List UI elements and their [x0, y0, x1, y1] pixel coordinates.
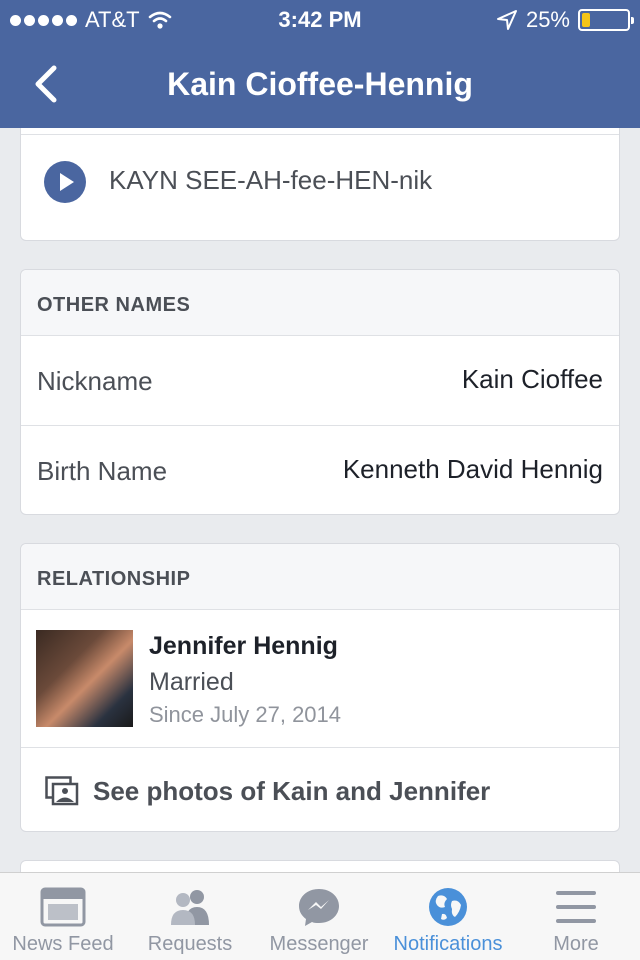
messenger-icon	[299, 889, 339, 926]
see-photos-label[interactable]: See photos of Kain and Jennifer	[93, 776, 490, 807]
relationship-status: Married	[149, 668, 234, 696]
relationship-card: RELATIONSHIP Jennifer Hennig Married Sin…	[20, 543, 620, 832]
birth-name-value: Kenneth David Hennig	[342, 454, 603, 484]
tab-requests[interactable]: Requests	[126, 873, 254, 960]
relationship-since: Since July 27, 2014	[149, 702, 342, 727]
partner-name[interactable]: Jennifer Hennig	[149, 632, 338, 661]
other-names-header: OTHER NAMES	[21, 270, 619, 336]
relationship-header: RELATIONSHIP	[21, 544, 619, 610]
photos-icon	[45, 776, 79, 806]
tab-messenger[interactable]: Messenger	[254, 873, 384, 960]
status-right: 25%	[496, 7, 634, 33]
tab-news-feed[interactable]: News Feed	[0, 873, 126, 960]
play-pronunciation-icon[interactable]	[44, 161, 86, 203]
nickname-label: Nickname	[37, 366, 153, 396]
profile-about-content[interactable]: KAYN SEE-AH-fee-HEN-nik OTHER NAMES Nick…	[0, 128, 640, 872]
relationship-partner-row[interactable]: Jennifer Hennig Married Since July 27, 2…	[21, 610, 619, 748]
pronunciation-text: KAYN SEE-AH-fee-HEN-nik	[109, 165, 433, 195]
next-section-card	[20, 860, 620, 872]
birth-name-label: Birth Name	[37, 456, 168, 486]
navigation-bar: Kain Cioffee-Hennig	[0, 40, 640, 128]
nickname-row: Nickname Kain Cioffee	[21, 336, 619, 426]
status-bar: AT&T 3:42 PM 25%	[0, 0, 640, 40]
partner-profile-photo[interactable]	[36, 630, 133, 727]
tab-news-feed-label: News Feed	[12, 933, 114, 955]
page-title: Kain Cioffee-Hennig	[167, 66, 473, 102]
globe-icon	[429, 888, 467, 926]
news-feed-icon	[40, 887, 86, 927]
menu-icon	[556, 891, 596, 923]
see-photos-link[interactable]: See photos of Kain and Jennifer	[21, 748, 619, 832]
other-names-card: OTHER NAMES Nickname Kain Cioffee Birth …	[20, 269, 620, 515]
battery-icon	[578, 9, 634, 31]
tab-bar: News Feed Requests Messenger Notificatio…	[0, 872, 640, 960]
tab-notifications[interactable]: Notifications	[384, 873, 512, 960]
friend-requests-icon	[171, 890, 209, 925]
battery-percent: 25%	[525, 7, 570, 32]
nickname-value: Kain Cioffee	[461, 364, 603, 394]
birth-name-row: Birth Name Kenneth David Hennig	[21, 426, 619, 516]
tab-more-label: More	[553, 933, 599, 955]
divider	[21, 134, 619, 135]
location-arrow-icon	[496, 10, 517, 30]
tab-messenger-label: Messenger	[269, 933, 369, 955]
battery-fill	[582, 13, 590, 27]
name-pronunciation-card: KAYN SEE-AH-fee-HEN-nik	[20, 128, 620, 241]
tab-notifications-label: Notifications	[393, 933, 503, 955]
tab-more[interactable]: More	[512, 873, 640, 960]
tab-requests-label: Requests	[147, 933, 233, 955]
